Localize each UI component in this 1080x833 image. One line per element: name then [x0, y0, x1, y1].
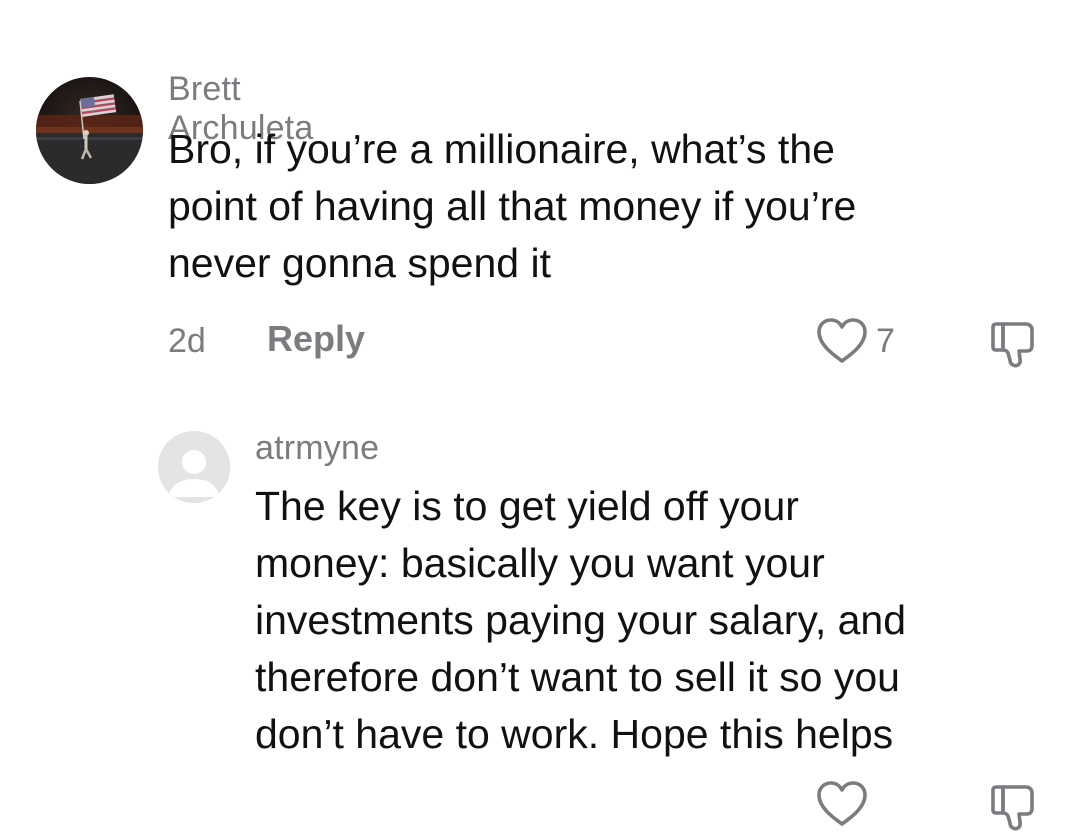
thumbs-down-icon[interactable]: [986, 316, 1042, 370]
comment-age: 2d: [168, 322, 206, 360]
like-count: 7: [876, 322, 895, 360]
reply-author[interactable]: atrmyne: [255, 429, 379, 468]
profile-photo: [36, 77, 143, 184]
avatar[interactable]: [36, 77, 143, 184]
heart-outline-icon[interactable]: [815, 779, 869, 829]
person-silhouette-icon: [158, 431, 230, 503]
heart-outline-icon[interactable]: [815, 316, 869, 366]
thumbs-down-icon[interactable]: [986, 779, 1042, 833]
comment-text: Bro, if you’re a millionaire, what’s the…: [168, 126, 857, 286]
reply-text: The key is to get yield off your money: …: [255, 483, 907, 757]
reply-button[interactable]: Reply: [267, 318, 365, 360]
default-avatar-icon[interactable]: [158, 431, 230, 503]
